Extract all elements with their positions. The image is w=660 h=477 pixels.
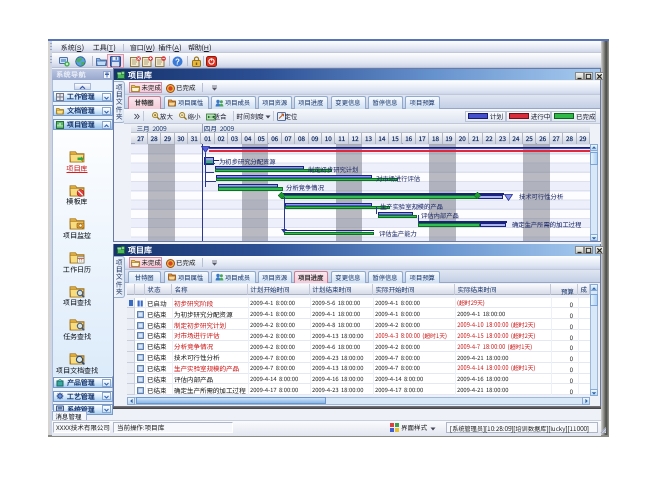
svg-text:?: ?: [175, 56, 180, 67]
